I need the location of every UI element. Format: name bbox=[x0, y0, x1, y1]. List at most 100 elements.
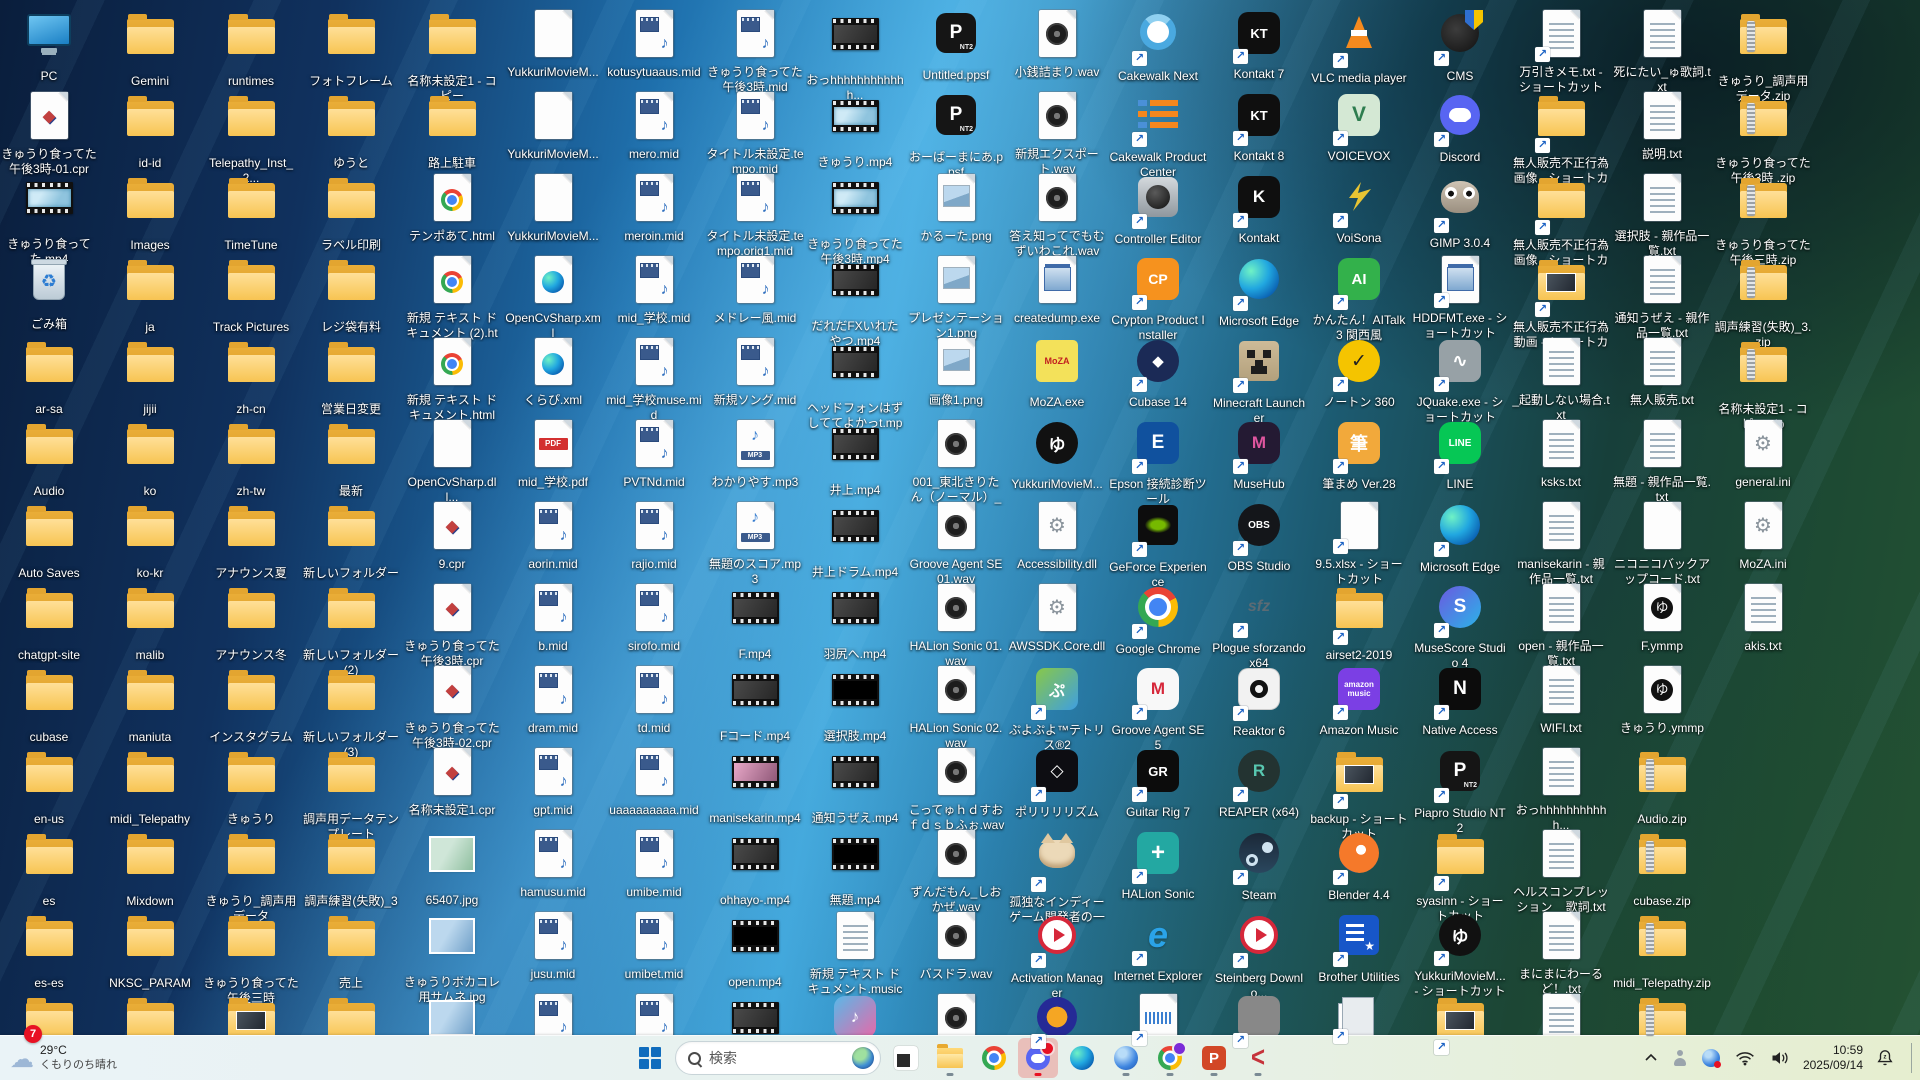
desktop-icon[interactable]: zh-tw bbox=[202, 418, 300, 499]
desktop-icon[interactable]: まにまにわーるど！.txt bbox=[1512, 910, 1610, 997]
desktop-icon[interactable]: ⚙AWSSDK.Core.dll bbox=[1008, 582, 1106, 654]
desktop-icon[interactable]: 新規 テキスト ドキュメント (2).html bbox=[403, 254, 501, 342]
desktop-icon[interactable]: ↗9.5.xlsx - ショートカット bbox=[1310, 500, 1408, 587]
desktop-icon[interactable]: ↗airset2-2019 bbox=[1310, 582, 1408, 663]
desktop-icon[interactable]: Auto Saves bbox=[0, 500, 98, 581]
desktop-icon[interactable]: ja bbox=[101, 254, 199, 335]
desktop-icon[interactable]: PNT2Untitled.ppsf bbox=[907, 8, 1005, 83]
desktop-icon[interactable]: _起動しない場合.txt bbox=[1512, 336, 1610, 423]
desktop-icon[interactable]: おっhhhhhhhhhhhh... bbox=[806, 8, 904, 103]
desktop-icon[interactable]: Audio bbox=[0, 418, 98, 499]
desktop-icon[interactable]: amazonmusic↗Amazon Music bbox=[1310, 664, 1408, 738]
desktop-icon[interactable]: 羽尻へ.mp4 bbox=[806, 582, 904, 662]
desktop-icon[interactable]: ✓↗ノートン 360 bbox=[1310, 336, 1408, 410]
desktop-icon[interactable]: ohhayo-.mp4 bbox=[706, 828, 804, 908]
clock[interactable]: 10:59 2025/09/14 bbox=[1803, 1043, 1863, 1073]
taskbar-app-google-chrome[interactable] bbox=[974, 1038, 1014, 1078]
desktop-icon[interactable]: ksks.txt bbox=[1512, 418, 1610, 490]
desktop-icon[interactable]: R↗REAPER (x64) bbox=[1210, 746, 1308, 820]
desktop-icon[interactable]: K↗Kontakt bbox=[1210, 172, 1308, 246]
desktop-icon[interactable]: CP↗Crypton Product Installer bbox=[1109, 254, 1207, 343]
desktop-icon[interactable]: 新しいフォルダー bbox=[302, 500, 400, 581]
desktop-icon[interactable]: akis.txt bbox=[1714, 582, 1812, 654]
desktop-icon[interactable]: ♪タイトル未設定.tempo.mid bbox=[706, 90, 804, 177]
desktop-icon[interactable]: ♻ごみ箱 bbox=[0, 254, 98, 332]
desktop-icon[interactable]: ♪gpt.mid bbox=[504, 746, 602, 818]
desktop-icon[interactable]: プレゼンテーション1.png bbox=[907, 254, 1005, 341]
desktop-icon[interactable]: 答え知ってでもむずいわこれ.wav bbox=[1008, 172, 1106, 259]
desktop-icon[interactable]: テンポあて.html bbox=[403, 172, 501, 244]
desktop-icon[interactable]: manisekarin.mp4 bbox=[706, 746, 804, 826]
desktop-icon[interactable]: レジ袋有料 bbox=[302, 254, 400, 335]
desktop-icon[interactable]: ♪uaaaaaaaaa.mid bbox=[605, 746, 703, 818]
desktop-icon[interactable]: HALion Sonic 02.wav bbox=[907, 664, 1005, 751]
desktop-icon[interactable]: ゆYukkuriMovieM... bbox=[1008, 418, 1106, 492]
tray-person-icon[interactable] bbox=[1671, 1048, 1689, 1068]
show-desktop-button[interactable] bbox=[1911, 1043, 1912, 1073]
desktop-icon[interactable]: E↗Epson 接続診断ツール bbox=[1109, 418, 1207, 507]
desktop-icon[interactable]: open.mp4 bbox=[706, 910, 804, 990]
desktop-icon[interactable]: id-id bbox=[101, 90, 199, 171]
desktop-icon[interactable]: きゅうり食ってた午後3時.mp4 bbox=[806, 172, 904, 267]
desktop-icon[interactable]: ヘルスコンプレッション__歌詞.txt bbox=[1512, 828, 1610, 915]
desktop-icon[interactable]: ♪mid_学校muse.mid bbox=[605, 336, 703, 423]
desktop-icon[interactable]: N↗Native Access bbox=[1411, 664, 1509, 738]
desktop-icon[interactable]: WIFI.txt bbox=[1512, 664, 1610, 736]
desktop-icon[interactable]: 営業日変更 bbox=[302, 336, 400, 417]
desktop-icon[interactable]: 通知うぜえ.mp4 bbox=[806, 746, 904, 826]
bell-sleep-icon[interactable]: z bbox=[1874, 1047, 1896, 1069]
desktop-icon[interactable]: 売上 bbox=[302, 910, 400, 991]
desktop-icon[interactable]: 説明.txt bbox=[1613, 90, 1711, 162]
desktop-icon[interactable]: ♪b.mid bbox=[504, 582, 602, 654]
desktop-icon[interactable]: だれだFXいれたやつ.mp4 bbox=[806, 254, 904, 349]
desktop-icon[interactable]: ♪meroin.mid bbox=[605, 172, 703, 244]
desktop-icon[interactable]: ◆きゅうり食ってた午後3時.cpr bbox=[403, 582, 501, 669]
desktop-icon[interactable]: ラベル印刷 bbox=[302, 172, 400, 253]
desktop-icon[interactable]: ♪kotusytuaaus.mid bbox=[605, 8, 703, 80]
desktop-icon[interactable]: Audio.zip bbox=[1613, 746, 1711, 827]
desktop-icon[interactable]: manisekarin - 親作品一覧.txt bbox=[1512, 500, 1610, 587]
desktop-icon[interactable]: ♪dram.mid bbox=[504, 664, 602, 736]
desktop-icon[interactable]: YukkuriMovieM... bbox=[504, 8, 602, 80]
desktop-icon[interactable]: +↗HALion Sonic bbox=[1109, 828, 1207, 902]
desktop-icon[interactable]: Gemini bbox=[101, 8, 199, 89]
desktop-icon[interactable]: AI↗かんたん！AITalk 3 関西風 bbox=[1310, 254, 1408, 343]
tray-sphere-app-icon[interactable] bbox=[1700, 1047, 1722, 1069]
desktop-icon[interactable]: ↗Blender 4.4 bbox=[1310, 828, 1408, 903]
desktop-icon[interactable]: ↗Brother Utilities bbox=[1310, 910, 1408, 985]
desktop-icon[interactable]: ◆↗Cubase 14 bbox=[1109, 336, 1207, 410]
desktop-icon[interactable]: ゆきゅうり.ymmp bbox=[1613, 664, 1711, 736]
desktop-icon[interactable]: ♪タイトル未設定.tempo.orig1.mid bbox=[706, 172, 804, 259]
desktop-icon[interactable]: アナウンス冬 bbox=[202, 582, 300, 663]
desktop-icon[interactable]: Fコード.mp4 bbox=[706, 664, 804, 744]
desktop-icon[interactable]: ar-sa bbox=[0, 336, 98, 417]
desktop-icon[interactable]: ♪mero.mid bbox=[605, 90, 703, 162]
desktop-icon[interactable]: ♪umibet.mid bbox=[605, 910, 703, 982]
desktop-icon[interactable]: ♪jusu.mid bbox=[504, 910, 602, 982]
desktop-icon[interactable]: ♪メドレー風.mid bbox=[706, 254, 804, 326]
desktop-icon[interactable]: ↗Google Chrome bbox=[1109, 582, 1207, 657]
desktop-icon[interactable]: KT↗Kontakt 8 bbox=[1210, 90, 1308, 164]
desktop-icon[interactable]: ♪hamusu.mid bbox=[504, 828, 602, 900]
desktop-icon[interactable]: かるーた.png bbox=[907, 172, 1005, 244]
desktop-icon[interactable]: ◆名称未設定1.cpr bbox=[403, 746, 501, 818]
desktop-icon[interactable]: ♪MP3無題のスコア.mp3 bbox=[706, 500, 804, 587]
desktop-icon[interactable]: sfz↗Plogue sforzando x64 bbox=[1210, 582, 1308, 671]
desktop-icon[interactable]: V↗VOICEVOX bbox=[1310, 90, 1408, 164]
desktop-icon[interactable]: 無人販売.txt bbox=[1613, 336, 1711, 408]
taskbar-app-microsoft-edge[interactable] bbox=[1062, 1038, 1102, 1078]
desktop-icon[interactable]: 井上.mp4 bbox=[806, 418, 904, 498]
desktop-icon[interactable]: 路上駐車 bbox=[403, 90, 501, 171]
desktop-icon[interactable]: Images bbox=[101, 172, 199, 253]
desktop-icon[interactable]: 選択肢 - 親作品一覧.txt bbox=[1613, 172, 1711, 259]
desktop-icon[interactable]: runtimes bbox=[202, 8, 300, 89]
taskbar-app-chrome-profile-2[interactable] bbox=[1150, 1038, 1190, 1078]
desktop-icon[interactable]: 無題.mp4 bbox=[806, 828, 904, 908]
desktop-icon[interactable]: ↗Activation Manager bbox=[1008, 910, 1106, 1001]
desktop-icon[interactable]: 小銭詰まり.wav bbox=[1008, 8, 1106, 80]
desktop-icon[interactable]: MoZAMoZA.exe bbox=[1008, 336, 1106, 410]
desktop-icon[interactable]: maniuta bbox=[101, 664, 199, 745]
weather-widget[interactable]: ☁7 29°C くもりのち晴れ bbox=[10, 1039, 117, 1077]
desktop-icon[interactable]: YukkuriMovieM... bbox=[504, 90, 602, 162]
desktop-icon[interactable]: バスドラ.wav bbox=[907, 910, 1005, 982]
